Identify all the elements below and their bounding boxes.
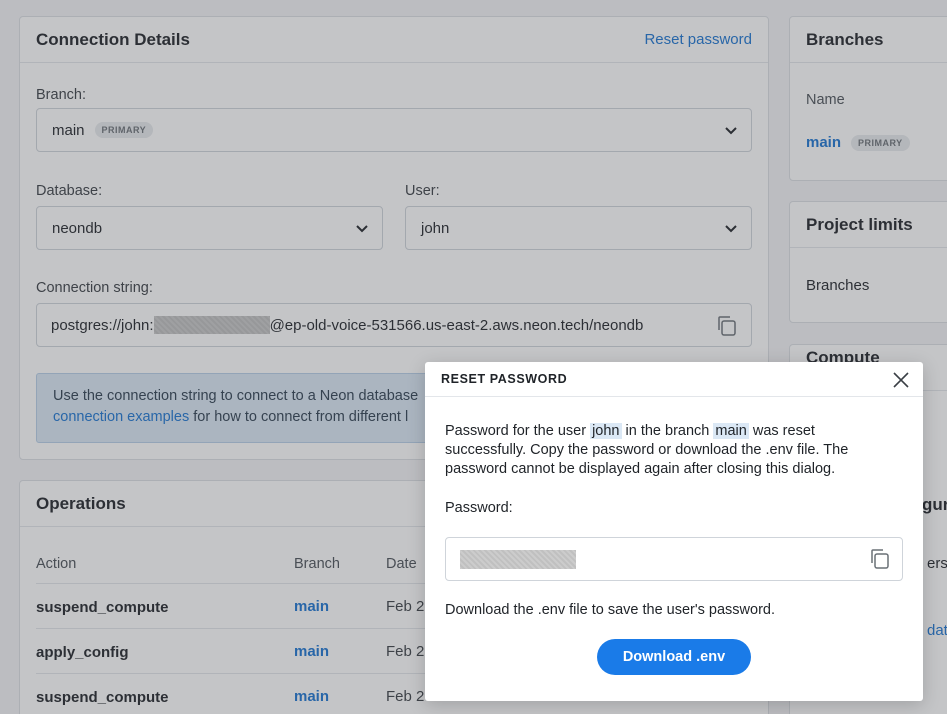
close-icon[interactable] [891,370,911,390]
copy-icon[interactable] [868,547,892,571]
download-env-button[interactable]: Download .env [597,639,751,675]
reset-password-dialog: RESET PASSWORD Password for the user joh… [425,362,923,701]
password-field[interactable] [445,537,903,581]
masked-password [460,550,576,569]
highlight-branch: main [713,423,749,439]
dialog-header: RESET PASSWORD [425,362,923,397]
dialog-message: Password for the user john in the branch… [445,422,885,479]
message-part-2: in the branch [621,423,714,439]
download-note: Download the .env file to save the user'… [445,602,776,618]
dialog-title: RESET PASSWORD [441,372,568,386]
message-part-1: Password for the user [445,423,591,439]
password-label: Password: [445,500,513,516]
highlight-user: john [590,423,622,439]
project-dashboard: Connection Details Reset password Branch… [0,0,947,714]
